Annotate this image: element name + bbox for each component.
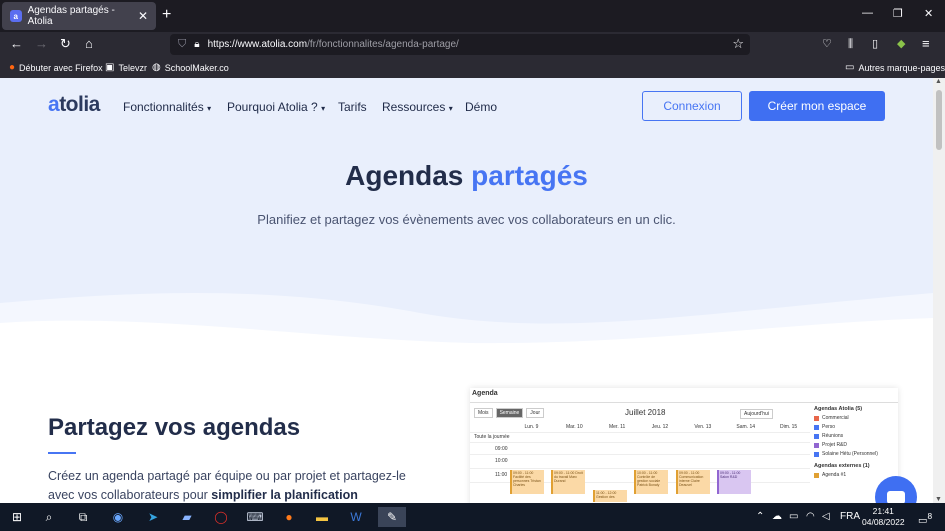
file-explorer-icon[interactable]: ▬ <box>311 507 333 527</box>
chevron-down-icon: ▾ <box>321 104 326 113</box>
calendar-preview-image: Agenda Mois Semaine Jour Juillet 2018 Au… <box>470 388 898 503</box>
url-bar[interactable]: ⛉ 🔒︎ https://www.atolia.com/fr/fonctionn… <box>170 34 750 55</box>
nav-fonctionnalites[interactable]: Fonctionnalités ▾ <box>123 100 211 114</box>
url-host: https://www.atolia.com <box>207 39 308 50</box>
browser-tab-bar: a Agendas partagés - Atolia ✕ + — ❐ ✕ <box>0 0 945 32</box>
browser-tab[interactable]: a Agendas partagés - Atolia ✕ <box>2 2 156 30</box>
nav-demo[interactable]: Démo <box>465 100 497 114</box>
extension-icon[interactable]: ◆ <box>897 36 905 52</box>
opera-icon[interactable]: ◯ <box>210 507 232 527</box>
back-arrow-icon[interactable]: ← <box>10 36 23 52</box>
atolia-logo[interactable]: atolia <box>48 93 100 117</box>
pocket-icon[interactable]: ♡ <box>822 36 832 52</box>
tracking-shield-icon[interactable]: ⛉ <box>178 38 186 51</box>
calendar-view-switch: Mois Semaine Jour <box>474 408 545 418</box>
calendar-today: Aujourd'hui <box>740 409 773 419</box>
folder-icon: ▭ <box>845 62 855 73</box>
bookmark-schoolmaker[interactable]: ◍ SchoolMaker.co <box>152 62 229 73</box>
calendar-agenda-item: Projet R&D <box>814 442 898 448</box>
bookmark-firefox[interactable]: ● Débuter avec Firefox <box>9 62 103 73</box>
hero-wave-decoration <box>0 293 933 363</box>
cloud-icon[interactable]: ☁ <box>772 511 782 522</box>
app-icon-active[interactable]: ✎ <box>378 507 406 527</box>
page-scrollbar[interactable]: ▲ ▼ <box>933 78 945 503</box>
calendar-agenda-item: Perso <box>814 424 898 430</box>
heading-underline <box>48 452 76 454</box>
calendar-event: 11:00 - 12:00 Gestion des <box>593 490 627 502</box>
nav-tarifs[interactable]: Tarifs <box>338 100 367 114</box>
calendar-agenda-item: Solaine Hétu (Personnel) <box>814 451 898 457</box>
sidebar-icon[interactable]: ▯ <box>872 36 878 52</box>
word-icon[interactable]: W <box>345 507 367 527</box>
chevron-down-icon: ▾ <box>207 104 212 113</box>
firefox-icon[interactable]: ● <box>278 507 300 527</box>
chevron-down-icon: ▾ <box>448 104 453 113</box>
calendar-agenda-item: Réunions <box>814 433 898 439</box>
tab-title: Agendas partagés - Atolia <box>27 5 115 27</box>
chevron-up-icon[interactable]: ⌃ <box>756 511 764 522</box>
globe-icon: ◍ <box>152 62 161 73</box>
keyboard-icon[interactable]: ⌨ <box>244 507 266 527</box>
televzr-icon: ▣ <box>105 62 115 73</box>
login-button[interactable]: Connexion <box>642 91 742 121</box>
scroll-down-icon[interactable]: ▼ <box>935 496 942 503</box>
battery-icon[interactable]: ▭ <box>789 511 798 522</box>
page-subtitle: Planifiez et partagez vos évènements ave… <box>257 212 676 227</box>
calendar-event: 09:00 - 11:00 Salon R&D <box>717 470 751 494</box>
volume-icon[interactable]: ◁ <box>822 511 830 522</box>
bookmark-televzr[interactable]: ▣ Televzr <box>105 62 147 73</box>
app-icon[interactable]: ▰ <box>176 507 198 527</box>
calendar-month: Juillet 2018 <box>625 408 666 417</box>
page-title: Agendas partagés <box>345 160 588 191</box>
restore-window-icon[interactable]: ❐ <box>893 7 903 20</box>
atolia-favicon-icon: a <box>10 10 22 22</box>
section-heading: Partagez vos agendas <box>48 414 301 441</box>
minimize-window-icon[interactable]: — <box>862 7 873 19</box>
calendar-days: Lun. 9 Mar. 10 Mer. 11 Jeu. 12 Ven. 13 S… <box>524 424 798 430</box>
notifications-icon[interactable]: ▭8 <box>918 511 932 526</box>
close-window-icon[interactable]: ✕ <box>924 7 933 20</box>
forward-arrow-icon[interactable]: → <box>35 36 48 52</box>
calendar-event: 10:00 - 11:00 Contrôle de gestion social… <box>634 470 668 494</box>
reload-icon[interactable]: ↻ <box>60 36 71 52</box>
chat-bubble-icon <box>887 490 905 503</box>
browser-toolbar: ← → ↻ ⌂ ⛉ 🔒︎ https://www.atolia.com/fr/f… <box>0 32 945 57</box>
calendar-event: 09:00 - 11:00 Droit du travail Marc Dura… <box>551 470 585 494</box>
nav-ressources[interactable]: Ressources ▾ <box>382 100 453 114</box>
windows-start-icon[interactable]: ⊞ <box>6 507 28 527</box>
windows-taskbar: ⊞ ⌕ ⧉ ◉ ➤ ▰ ◯ ⌨ ● ▬ W ✎ ⌃ ☁ ▭ ◠ ◁ FRA 21… <box>0 503 945 531</box>
menu-icon[interactable]: ≡ <box>922 36 930 52</box>
calendar-title: Agenda <box>472 390 498 397</box>
lock-icon[interactable]: 🔒︎ <box>194 39 199 50</box>
close-tab-icon[interactable]: ✕ <box>138 9 148 23</box>
search-icon[interactable]: ⌕ <box>38 507 60 527</box>
calendar-allday: Toute la journée <box>474 434 510 440</box>
new-tab-icon[interactable]: + <box>162 6 171 24</box>
scrollbar-thumb[interactable] <box>936 90 942 150</box>
firefox-icon: ● <box>9 62 16 73</box>
web-page: atolia Fonctionnalités ▾ Pourquoi Atolia… <box>0 78 933 503</box>
calendar-agenda-item: Agenda #1 <box>814 472 898 478</box>
language-indicator[interactable]: FRA <box>840 511 860 522</box>
url-path: /fr/fonctionnalites/agenda-partage/ <box>307 39 459 50</box>
other-bookmarks[interactable]: ▭ Autres marque-pages <box>845 62 945 73</box>
system-clock[interactable]: 21:41 04/08/2022 <box>862 506 905 528</box>
library-icon[interactable]: ⫼ <box>848 36 853 52</box>
nav-pourquoi-atolia[interactable]: Pourquoi Atolia ? ▾ <box>227 100 325 114</box>
app-icon[interactable]: ◉ <box>107 507 129 527</box>
scroll-up-icon[interactable]: ▲ <box>935 78 942 85</box>
calendar-agenda-item: Commercial <box>814 415 898 421</box>
wifi-icon[interactable]: ◠ <box>806 511 815 522</box>
bookmark-star-icon[interactable]: ☆ <box>732 36 744 52</box>
telegram-icon[interactable]: ➤ <box>142 507 164 527</box>
task-view-icon[interactable]: ⧉ <box>72 507 94 527</box>
home-icon[interactable]: ⌂ <box>85 36 93 52</box>
bookmarks-bar: ● Débuter avec Firefox ▣ Televzr ◍ SchoolMa… <box>0 57 945 78</box>
calendar-sidebar: Agendas Atolia (5) Commercial Perso Réun… <box>814 406 898 481</box>
calendar-event: 09:00 - 11:00 Facilité des personnes Tri… <box>510 470 544 494</box>
section-paragraph: Créez un agenda partagé par équipe ou pa… <box>48 469 406 502</box>
calendar-event: 09:00 - 11:00 Communication interne Clai… <box>676 470 710 494</box>
create-space-button[interactable]: Créer mon espace <box>749 91 885 121</box>
